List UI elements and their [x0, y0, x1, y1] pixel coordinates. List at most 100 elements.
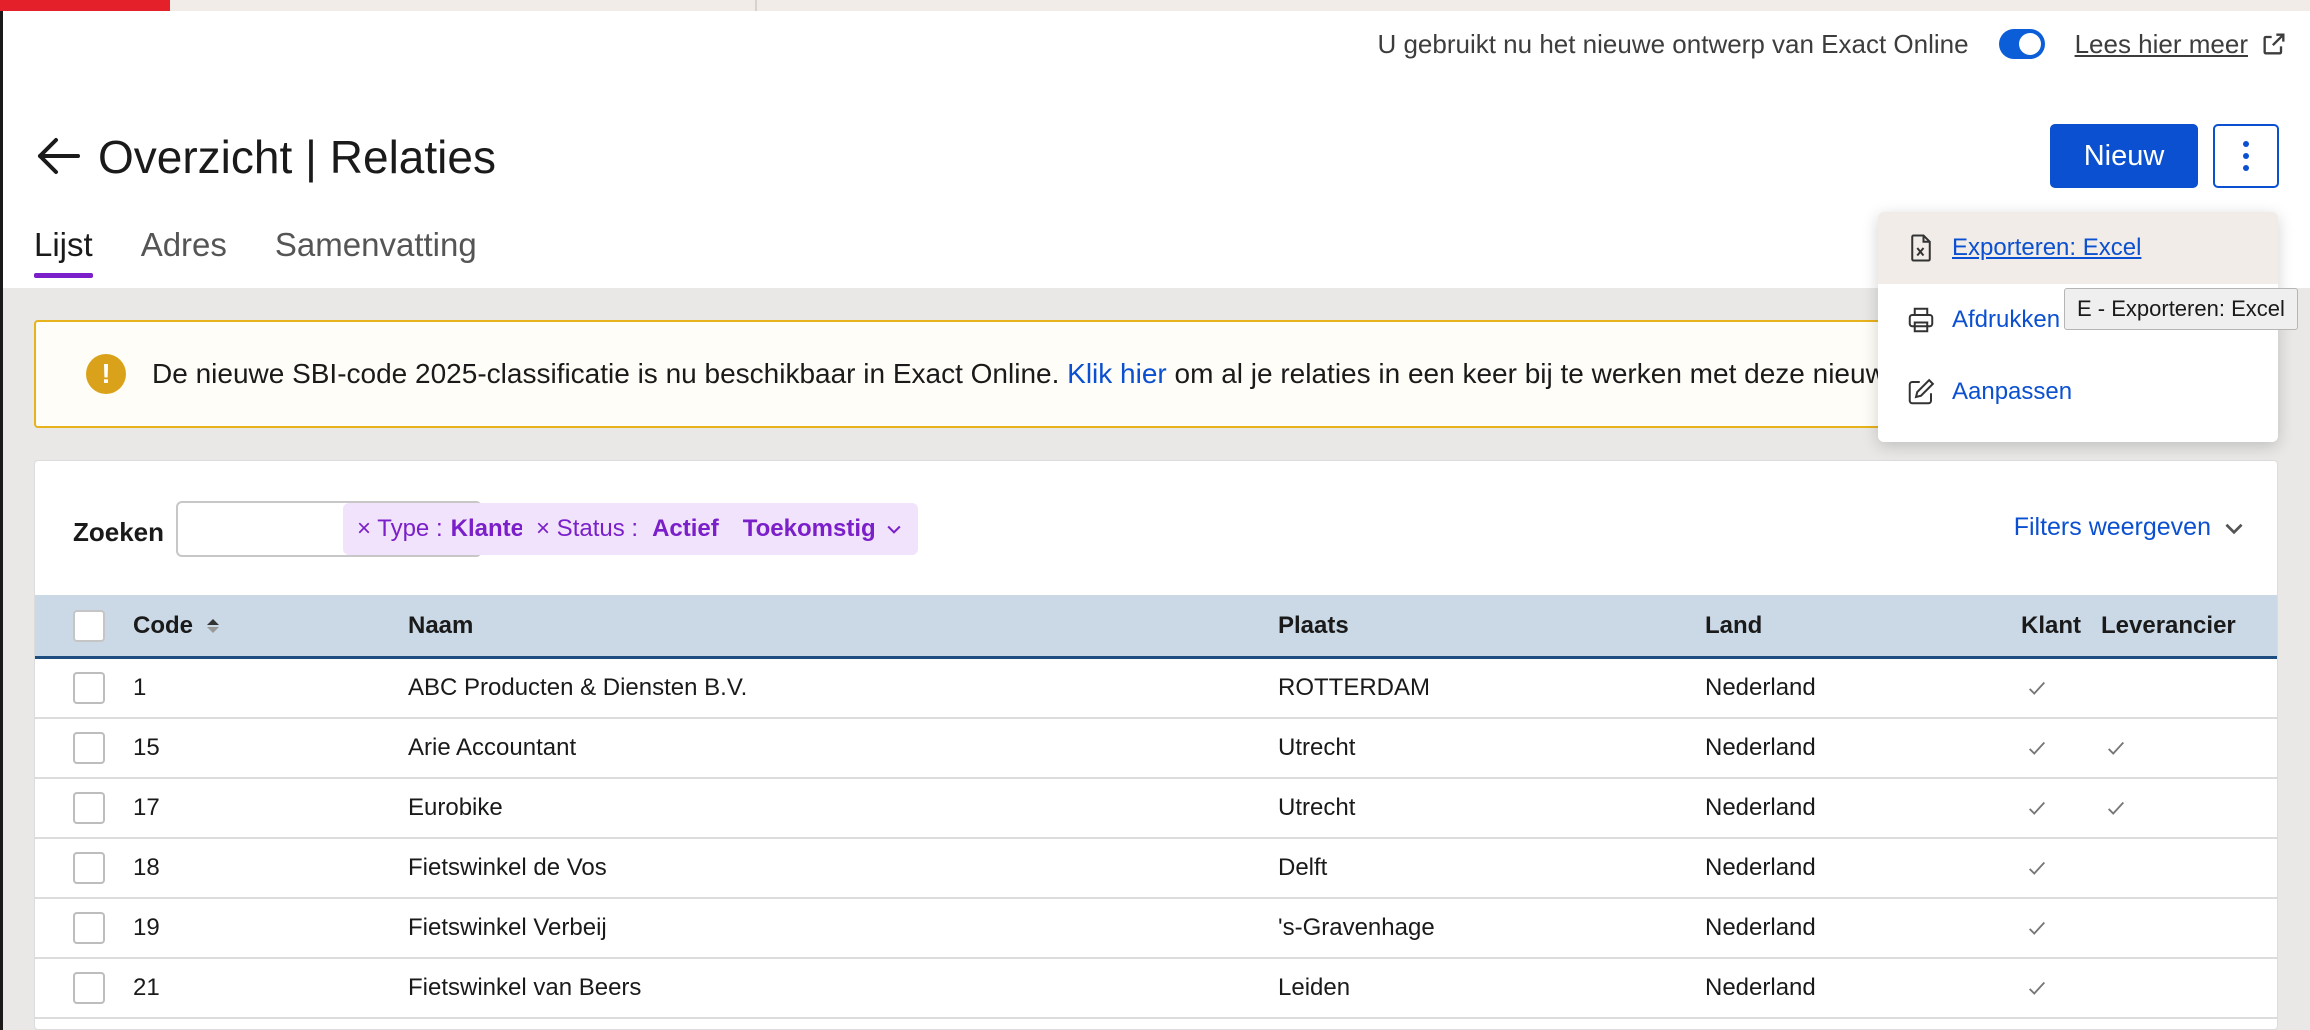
menu-item-export-excel[interactable]: Exporteren: Excel — [1878, 212, 2278, 284]
column-header-klant[interactable]: Klant — [2021, 595, 2081, 656]
kebab-dot — [2243, 141, 2249, 147]
cell-code: 1 — [133, 674, 147, 701]
chevron-down-icon — [887, 525, 901, 534]
cell-code: 21 — [133, 974, 160, 1001]
cell-plaats: Utrecht — [1278, 734, 1356, 761]
sort-ascending-icon — [207, 618, 219, 633]
column-header-code-label: Code — [133, 611, 193, 639]
table-row[interactable]: 1 ABC Producten & Diensten B.V. ROTTERDAM N… — [35, 659, 2277, 719]
table-row[interactable]: 19 Fietswinkel Verbeij 's-Gravenhage Nederl… — [35, 899, 2277, 959]
cell-land: Nederland — [1705, 914, 1816, 941]
new-design-text: U gebruikt nu het nieuwe ontwerp van Exa… — [1377, 28, 1969, 59]
view-tabs: Lijst Adres Samenvatting — [34, 226, 477, 278]
banner-text-after: om al je relaties in een keer bij te wer… — [1174, 358, 1886, 389]
cell-klant — [2026, 899, 2048, 957]
loading-progress-bar — [0, 0, 2310, 11]
cell-land: Nederland — [1705, 674, 1816, 701]
cell-naam[interactable]: Fietswinkel van Beers — [408, 959, 641, 1017]
show-filters-link[interactable]: Filters weergeven — [2014, 513, 2247, 542]
cell-code: 15 — [133, 734, 160, 761]
table-body: 1 ABC Producten & Diensten B.V. ROTTERDAM N… — [35, 659, 2277, 1019]
loading-progress-fill — [0, 0, 170, 11]
cell-naam[interactable]: Arie Accountant — [408, 719, 576, 777]
row-checkbox[interactable] — [73, 852, 105, 884]
menu-item-customize-label: Aanpassen — [1952, 378, 2073, 405]
chip-status-prefix: × Status : — [536, 515, 639, 542]
check-icon — [2108, 741, 2125, 755]
check-icon — [2029, 861, 2046, 875]
export-tooltip: E - Exporteren: Excel — [2064, 288, 2298, 330]
cell-land: Nederland — [1705, 734, 1816, 761]
cell-plaats: 's-Gravenhage — [1278, 914, 1435, 941]
new-button[interactable]: Nieuw — [2050, 124, 2198, 188]
relations-list-card: Zoeken × Type : Klanten × Status : Actie… — [34, 460, 2278, 1030]
cell-plaats: ROTTERDAM — [1278, 674, 1430, 701]
printer-icon — [1908, 307, 1934, 333]
check-icon — [2029, 981, 2046, 995]
chip-status-value-2: Toekomstig — [742, 515, 876, 542]
cell-klant — [2026, 959, 2048, 1017]
row-select-cell — [73, 959, 105, 1017]
cell-naam[interactable]: Eurobike — [408, 779, 503, 837]
cell-code: 18 — [133, 854, 160, 881]
row-checkbox[interactable] — [73, 732, 105, 764]
cell-leverancier — [2105, 719, 2127, 777]
chip-status-value-1: Actief — [652, 515, 719, 542]
filter-chip-status[interactable]: × Status : Actief Toekomstig — [522, 503, 918, 555]
external-link-icon — [2263, 33, 2285, 55]
row-select-cell — [73, 899, 105, 957]
row-checkbox[interactable] — [73, 792, 105, 824]
column-header-land[interactable]: Land — [1705, 595, 1762, 656]
row-checkbox[interactable] — [73, 972, 105, 1004]
new-design-notice: U gebruikt nu het nieuwe ontwerp van Exa… — [1377, 24, 2288, 64]
table-row[interactable]: 21 Fietswinkel van Beers Leiden Nederland — [35, 959, 2277, 1019]
row-checkbox[interactable] — [73, 672, 105, 704]
cell-land: Nederland — [1705, 974, 1816, 1001]
more-actions-button[interactable] — [2213, 124, 2279, 188]
banner-text: De nieuwe SBI-code 2025-classificatie is… — [152, 358, 1886, 390]
menu-item-print-label: Afdrukken — [1952, 306, 2061, 333]
banner-link[interactable]: Klik hier — [1067, 358, 1167, 389]
cell-code: 17 — [133, 794, 160, 821]
column-header-code[interactable]: Code — [133, 595, 219, 656]
table-row[interactable]: 18 Fietswinkel de Vos Delft Nederland — [35, 839, 2277, 899]
tab-lijst[interactable]: Lijst — [34, 226, 93, 278]
menu-item-export-excel-label: Exporteren: Excel — [1952, 234, 2142, 261]
edit-icon — [1908, 378, 1935, 405]
row-select-cell — [73, 659, 105, 717]
row-select-cell — [73, 779, 105, 837]
kebab-dot — [2243, 153, 2249, 159]
row-checkbox[interactable] — [73, 912, 105, 944]
cell-klant — [2026, 779, 2048, 837]
cell-land: Nederland — [1705, 794, 1816, 821]
column-header-plaats[interactable]: Plaats — [1278, 595, 1349, 656]
menu-item-customize[interactable]: Aanpassen — [1878, 356, 2278, 428]
table-row[interactable]: 17 Eurobike Utrecht Nederland — [35, 779, 2277, 839]
cell-klant — [2026, 839, 2048, 897]
column-header-naam[interactable]: Naam — [408, 595, 473, 656]
cell-land: Nederland — [1705, 854, 1816, 881]
check-icon — [2108, 801, 2125, 815]
cell-klant — [2026, 659, 2048, 717]
cell-plaats: Utrecht — [1278, 794, 1356, 821]
page-title: Overzicht | Relaties — [98, 131, 496, 183]
cell-klant — [2026, 719, 2048, 777]
banner-text-before: De nieuwe SBI-code 2025-classificatie is… — [152, 358, 1060, 389]
progress-divider — [755, 0, 757, 11]
kebab-dot — [2243, 165, 2249, 171]
row-select-cell — [73, 719, 105, 777]
cell-plaats: Leiden — [1278, 974, 1351, 1001]
tab-samenvatting[interactable]: Samenvatting — [275, 226, 477, 278]
cell-naam[interactable]: Fietswinkel de Vos — [408, 839, 607, 897]
column-header-leverancier[interactable]: Leverancier — [2101, 595, 2236, 656]
read-more-link[interactable]: Lees hier meer — [2075, 29, 2288, 60]
table-row[interactable]: 15 Arie Accountant Utrecht Nederland — [35, 719, 2277, 779]
back-arrow-icon[interactable] — [34, 136, 82, 176]
check-icon — [2029, 921, 2046, 935]
cell-naam[interactable]: Fietswinkel Verbeij — [408, 899, 607, 957]
select-all-checkbox[interactable] — [73, 609, 105, 642]
tab-adres[interactable]: Adres — [141, 226, 227, 278]
cell-naam[interactable]: ABC Producten & Diensten B.V. — [408, 659, 747, 717]
check-icon — [2029, 681, 2046, 695]
new-design-toggle[interactable] — [1998, 29, 2045, 59]
